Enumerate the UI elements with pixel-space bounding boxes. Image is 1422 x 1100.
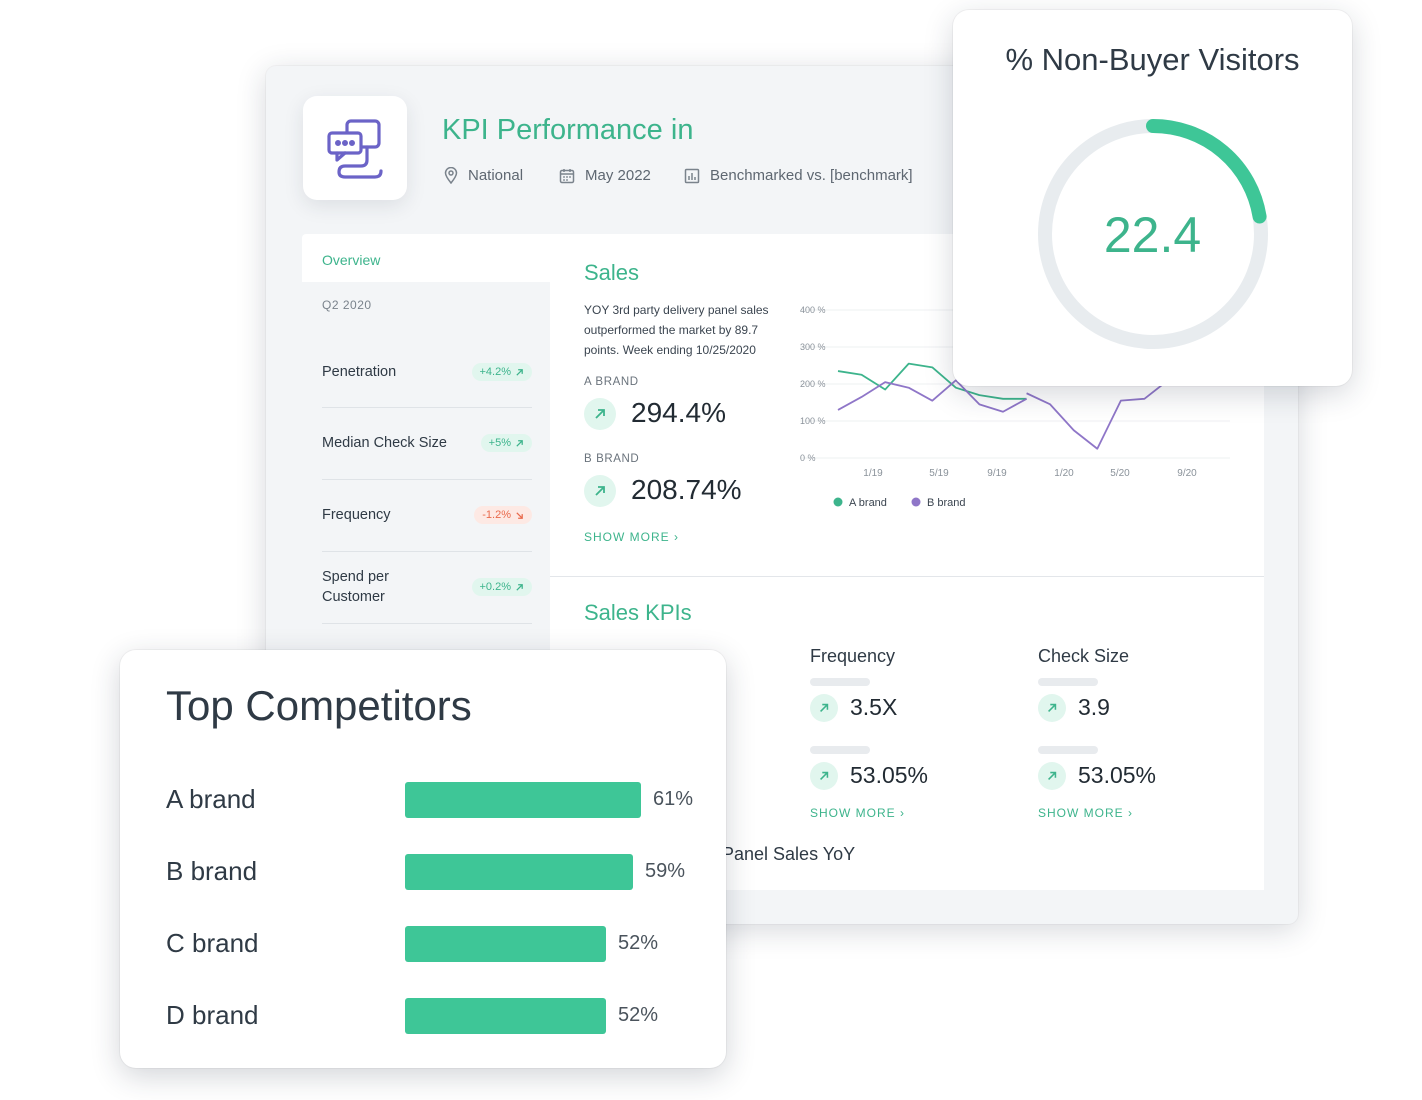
competitor-bar — [405, 926, 606, 962]
top-competitors-title: Top Competitors — [166, 682, 472, 729]
non-buyer-value: 22.4 — [1103, 207, 1202, 263]
arrow-up-right-icon — [516, 583, 523, 591]
legend-dot — [911, 497, 921, 507]
top-competitors-card: Top Competitors A brand 61% B brand 59% … — [120, 650, 726, 1068]
b-brand-value: 208.74% — [631, 474, 742, 505]
trend-up-icon — [810, 762, 838, 790]
competitor-bar — [405, 998, 606, 1034]
a-brand-label: A BRAND — [584, 376, 639, 388]
delta-badge: +0.2% — [471, 578, 532, 596]
delta-badge: -1.2% — [474, 506, 532, 524]
x-tick-label: 9/19 — [987, 468, 1007, 479]
chevron-right-icon: › — [674, 530, 680, 544]
benchmark-label: Benchmarked vs. [benchmark] — [710, 167, 913, 184]
check-size-show-more-link[interactable]: SHOW MORE › — [1038, 806, 1133, 820]
placeholder-bar — [810, 678, 870, 686]
bar-chart-icon — [684, 168, 700, 183]
placeholder-bar — [1038, 678, 1098, 686]
chat-bubbles-icon — [327, 119, 383, 179]
non-buyer-title: % Non-Buyer Visitors — [1005, 42, 1300, 77]
series-line-b-brand — [1026, 379, 1169, 450]
sidebar-item-median-check-size[interactable]: Median Check Size +5% — [322, 407, 532, 480]
calendar-icon — [559, 168, 575, 183]
placeholder-bar — [1038, 746, 1098, 754]
section-divider — [550, 576, 1264, 577]
sales-description: YOY 3rd party delivery panel sales outpe… — [584, 303, 769, 357]
y-tick-label: 300 % — [800, 342, 826, 352]
y-tick-label: 400 % — [800, 305, 826, 315]
check-size-kpi-label: Check Size — [1038, 646, 1130, 666]
delta-badge: +5% — [480, 434, 532, 452]
trend-up-icon — [1038, 762, 1066, 790]
x-tick-label: 1/20 — [1054, 468, 1074, 479]
sidebar-item-label: Median Check Size — [322, 435, 447, 451]
location-pin-icon — [444, 167, 458, 184]
trend-up-icon — [810, 694, 838, 722]
chevron-right-icon: › — [1128, 806, 1134, 820]
check-size-value-1: 3.9 — [1078, 694, 1110, 720]
sidebar-item-label: Penetration — [322, 364, 397, 380]
y-tick-label: 0 % — [800, 453, 816, 463]
panel-sales-yoy-label: Panel Sales YoY — [722, 844, 856, 864]
benchmark-filter[interactable]: Benchmarked vs. [benchmark] — [684, 167, 913, 184]
competitor-name: C brand — [166, 928, 259, 958]
sidebar-item-frequency[interactable]: Frequency -1.2% — [322, 479, 532, 552]
x-tick-label: 5/20 — [1110, 468, 1130, 479]
legend-dot — [833, 497, 843, 507]
frequency-show-more-link[interactable]: SHOW MORE › — [810, 806, 905, 820]
competitor-name: B brand — [166, 856, 258, 886]
x-tick-label: 1/19 — [863, 468, 883, 479]
x-tick-label: 5/19 — [929, 468, 949, 479]
b-brand-label: B BRAND — [584, 453, 640, 465]
sales-show-more-link[interactable]: SHOW MORE › — [584, 530, 679, 544]
frequency-value-1: 3.5X — [850, 694, 898, 720]
legend-label: B brand — [927, 497, 966, 509]
kpi-sidebar: Overview Q2 2020 Penetration +4.2% Media… — [302, 234, 550, 654]
sidebar-item-penetration[interactable]: Penetration +4.2% — [322, 337, 532, 408]
competitor-bar — [405, 854, 633, 890]
sales-title: Sales — [584, 260, 640, 285]
chevron-right-icon: › — [900, 806, 906, 820]
trend-up-icon — [1038, 694, 1066, 722]
delta-badge: +4.2% — [471, 363, 532, 381]
y-tick-label: 200 % — [800, 379, 826, 389]
logo-card — [303, 96, 407, 200]
frequency-kpi-label: Frequency — [810, 646, 896, 666]
sidebar-item-spend-per-customer[interactable]: Spend per Customer +0.2% — [322, 551, 532, 624]
competitor-name: D brand — [166, 1000, 259, 1030]
competitor-pct: 59% — [645, 860, 686, 882]
a-brand-value: 294.4% — [631, 397, 726, 428]
x-tick-label: 9/20 — [1177, 468, 1197, 479]
trend-up-icon — [584, 475, 616, 507]
y-tick-label: 100 % — [800, 416, 826, 426]
date-label: May 2022 — [585, 167, 651, 184]
competitor-name: A brand — [166, 784, 256, 814]
legend-label: A brand — [849, 497, 887, 509]
competitor-pct: 61% — [653, 788, 694, 810]
location-label: National — [468, 167, 524, 184]
competitor-pct: 52% — [618, 1004, 659, 1026]
sidebar-item-label: Frequency — [322, 507, 391, 523]
location-filter[interactable]: National — [444, 167, 523, 184]
sales-kpis-title: Sales KPIs — [584, 600, 692, 625]
date-filter[interactable]: May 2022 — [559, 167, 651, 184]
check-size-value-2: 53.05% — [1078, 762, 1157, 788]
arrow-up-right-icon — [516, 439, 523, 447]
non-buyer-visitors-card: % Non-Buyer Visitors 22.4 — [953, 10, 1352, 386]
frequency-value-2: 53.05% — [850, 762, 929, 788]
competitor-pct: 52% — [618, 932, 659, 954]
sidebar-item-label: Spend per Customer — [322, 569, 389, 605]
arrow-down-right-icon — [516, 511, 523, 519]
quarter-label: Q2 2020 — [322, 298, 372, 312]
trend-up-icon — [584, 398, 616, 430]
tab-overview[interactable]: Overview — [302, 234, 550, 282]
arrow-up-right-icon — [516, 368, 523, 376]
page-title: KPI Performance in — [442, 114, 694, 146]
competitor-bar — [405, 782, 641, 818]
placeholder-bar — [810, 746, 870, 754]
